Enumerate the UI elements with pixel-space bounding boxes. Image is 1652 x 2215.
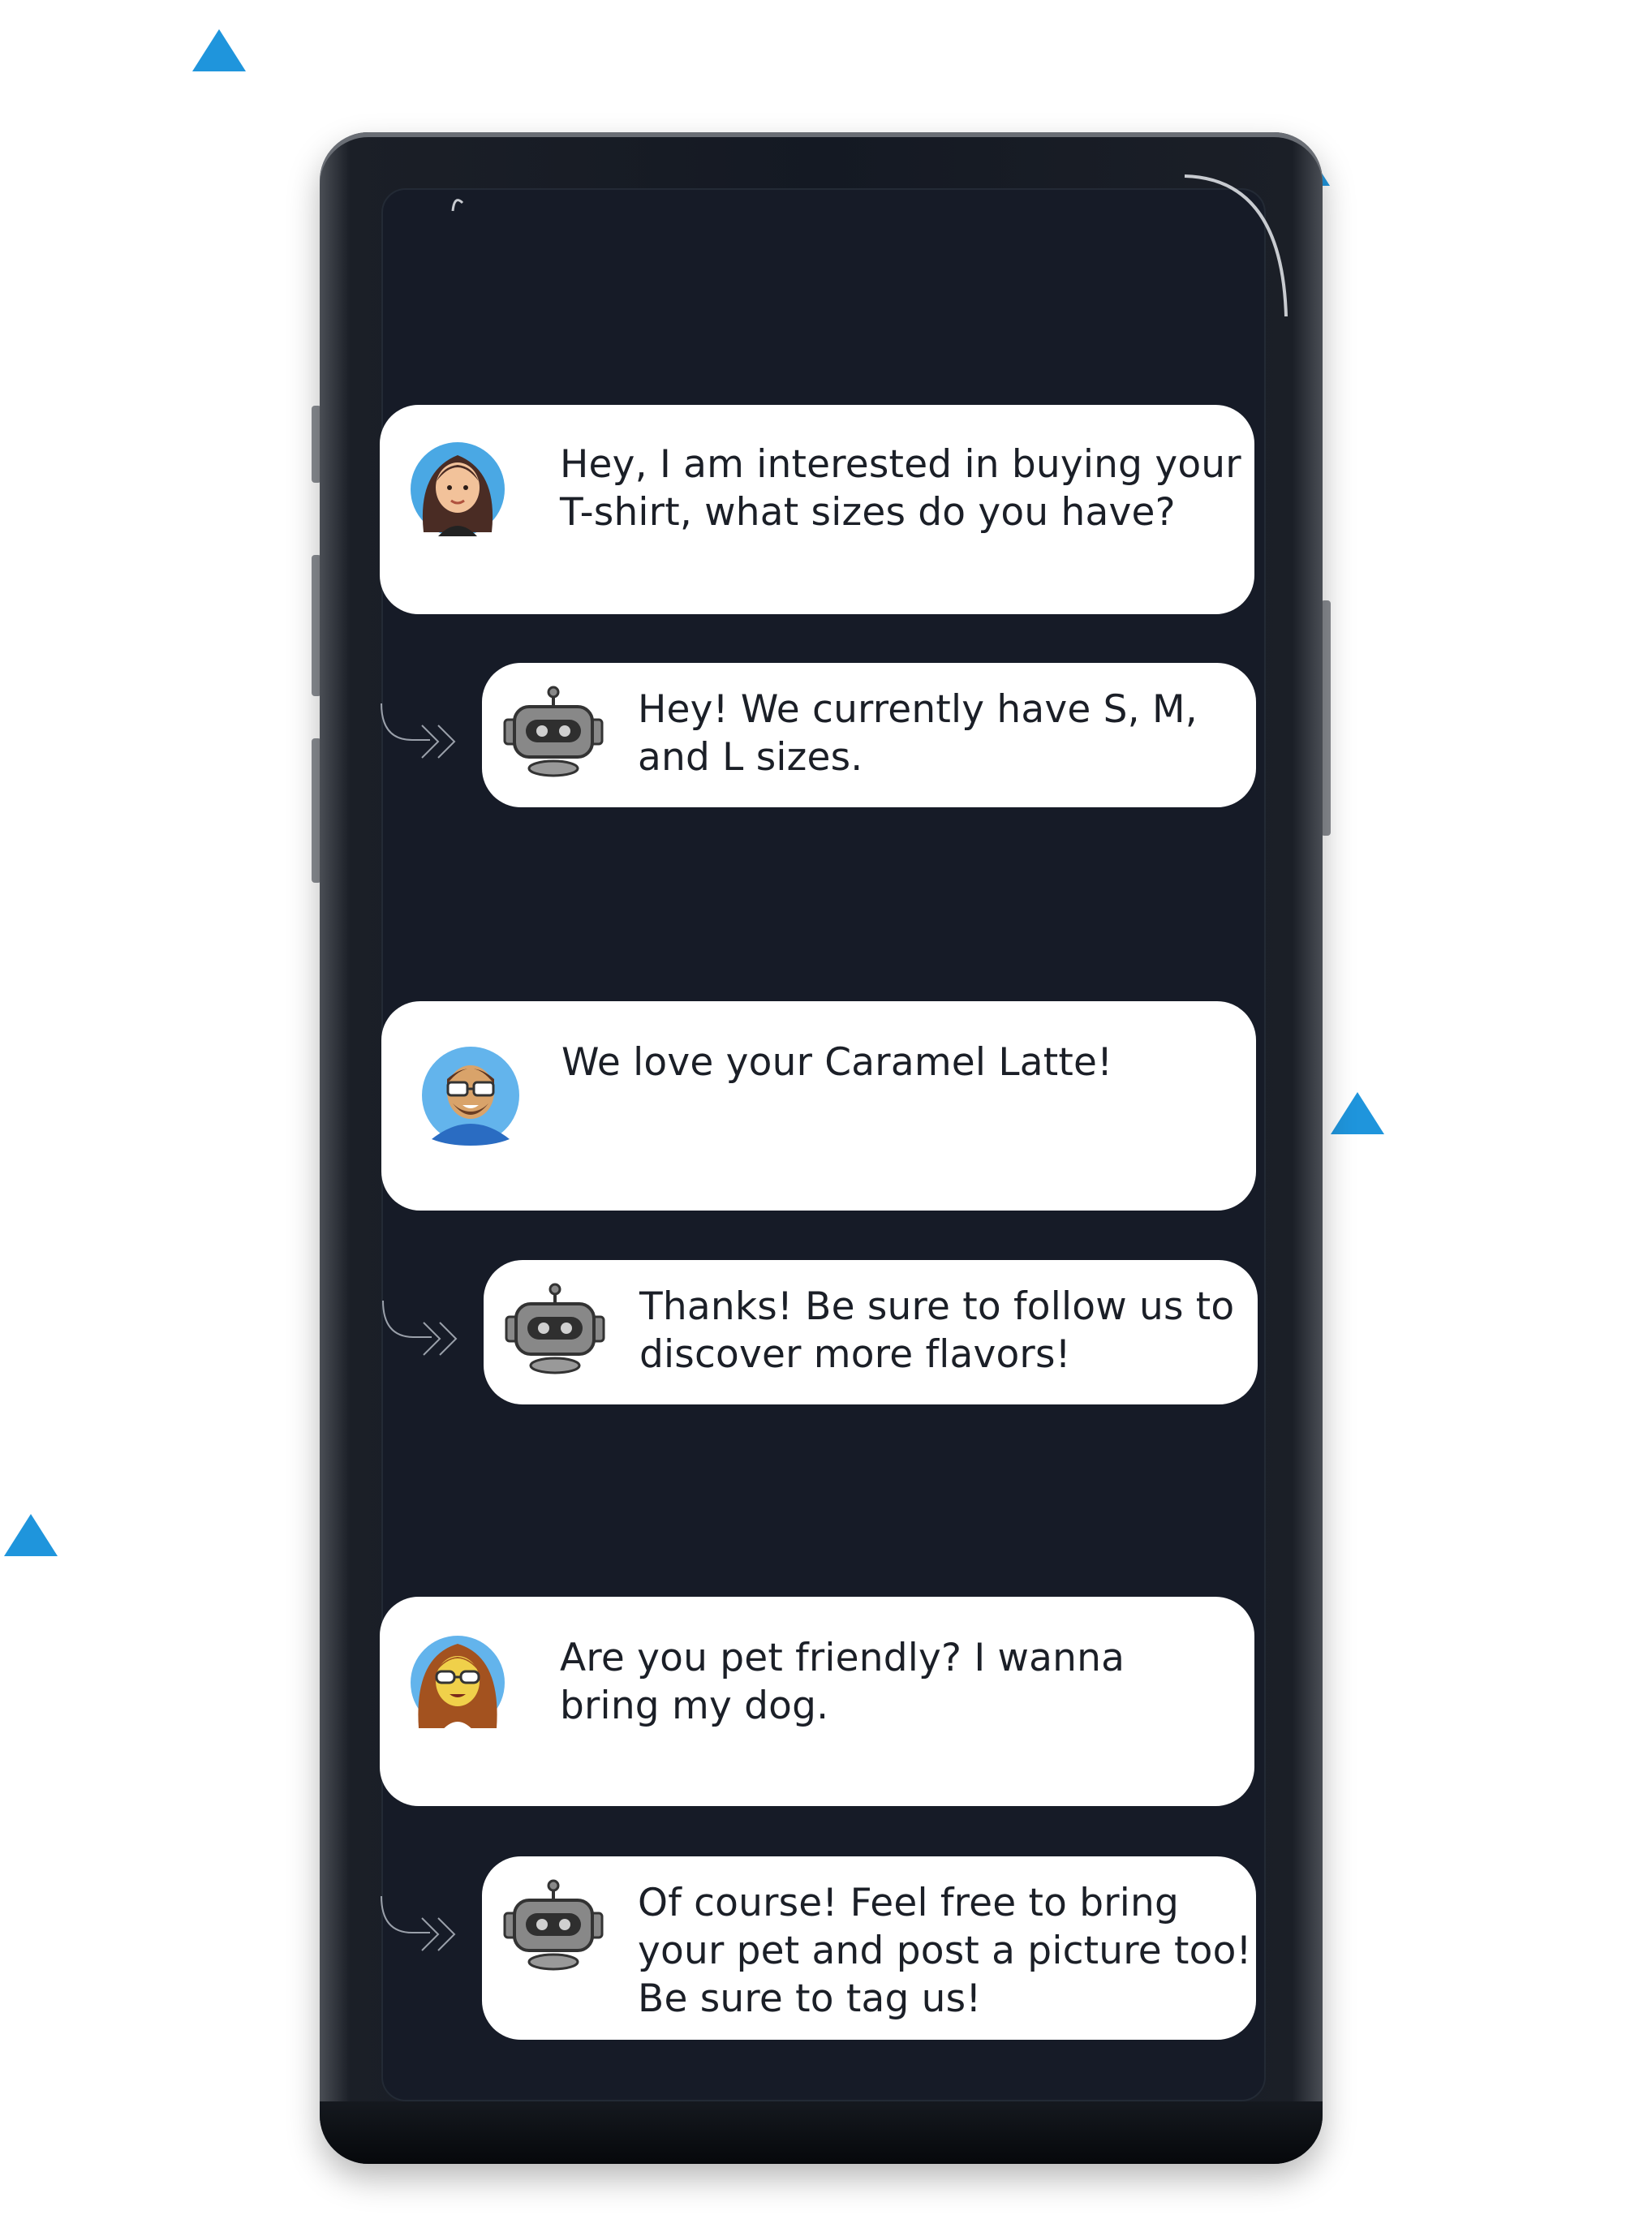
user-message-bubble: Are you pet friendly? I wanna bring my d… (380, 1597, 1254, 1806)
woman-with-sunglasses-avatar-icon (411, 1636, 505, 1733)
reply-arrow-icon (382, 1300, 458, 1356)
man-with-glasses-avatar-icon (422, 1047, 519, 1146)
triangle-decoration (1331, 1092, 1384, 1134)
robot-icon (505, 1283, 605, 1374)
robot-icon (503, 1879, 604, 1971)
user-message-bubble: We love your Caramel Latte! (381, 1001, 1256, 1211)
bot-reply-bubble: Of course! Feel free to bring your pet a… (482, 1856, 1256, 2040)
reply-arrow-icon (381, 703, 456, 759)
triangle-decoration (192, 29, 246, 71)
user-message-bubble: Hey, I am interested in buying your T-sh… (380, 405, 1254, 614)
bot-reply-text: Of course! Feel free to bring your pet a… (638, 1881, 1252, 2021)
bot-reply-text: Thanks! Be sure to follow us to discover… (639, 1284, 1235, 1377)
triangle-decoration (4, 1514, 58, 1556)
screen-glare (451, 174, 1288, 317)
user-message-text: Are you pet friendly? I wanna bring my d… (560, 1636, 1125, 1728)
bot-reply-bubble: Hey! We currently have S, M, and L sizes… (482, 663, 1256, 807)
bot-reply-bubble: Thanks! Be sure to follow us to discover… (484, 1260, 1258, 1404)
reply-arrow-icon (381, 1895, 456, 1951)
user-message-text: We love your Caramel Latte! (561, 1040, 1113, 1085)
bot-reply-text: Hey! We currently have S, M, and L sizes… (638, 687, 1198, 780)
phone-bottom-bezel (320, 2101, 1323, 2164)
woman-avatar-icon (411, 442, 505, 536)
robot-icon (503, 686, 604, 777)
user-message-text: Hey, I am interested in buying your T-sh… (560, 442, 1241, 535)
